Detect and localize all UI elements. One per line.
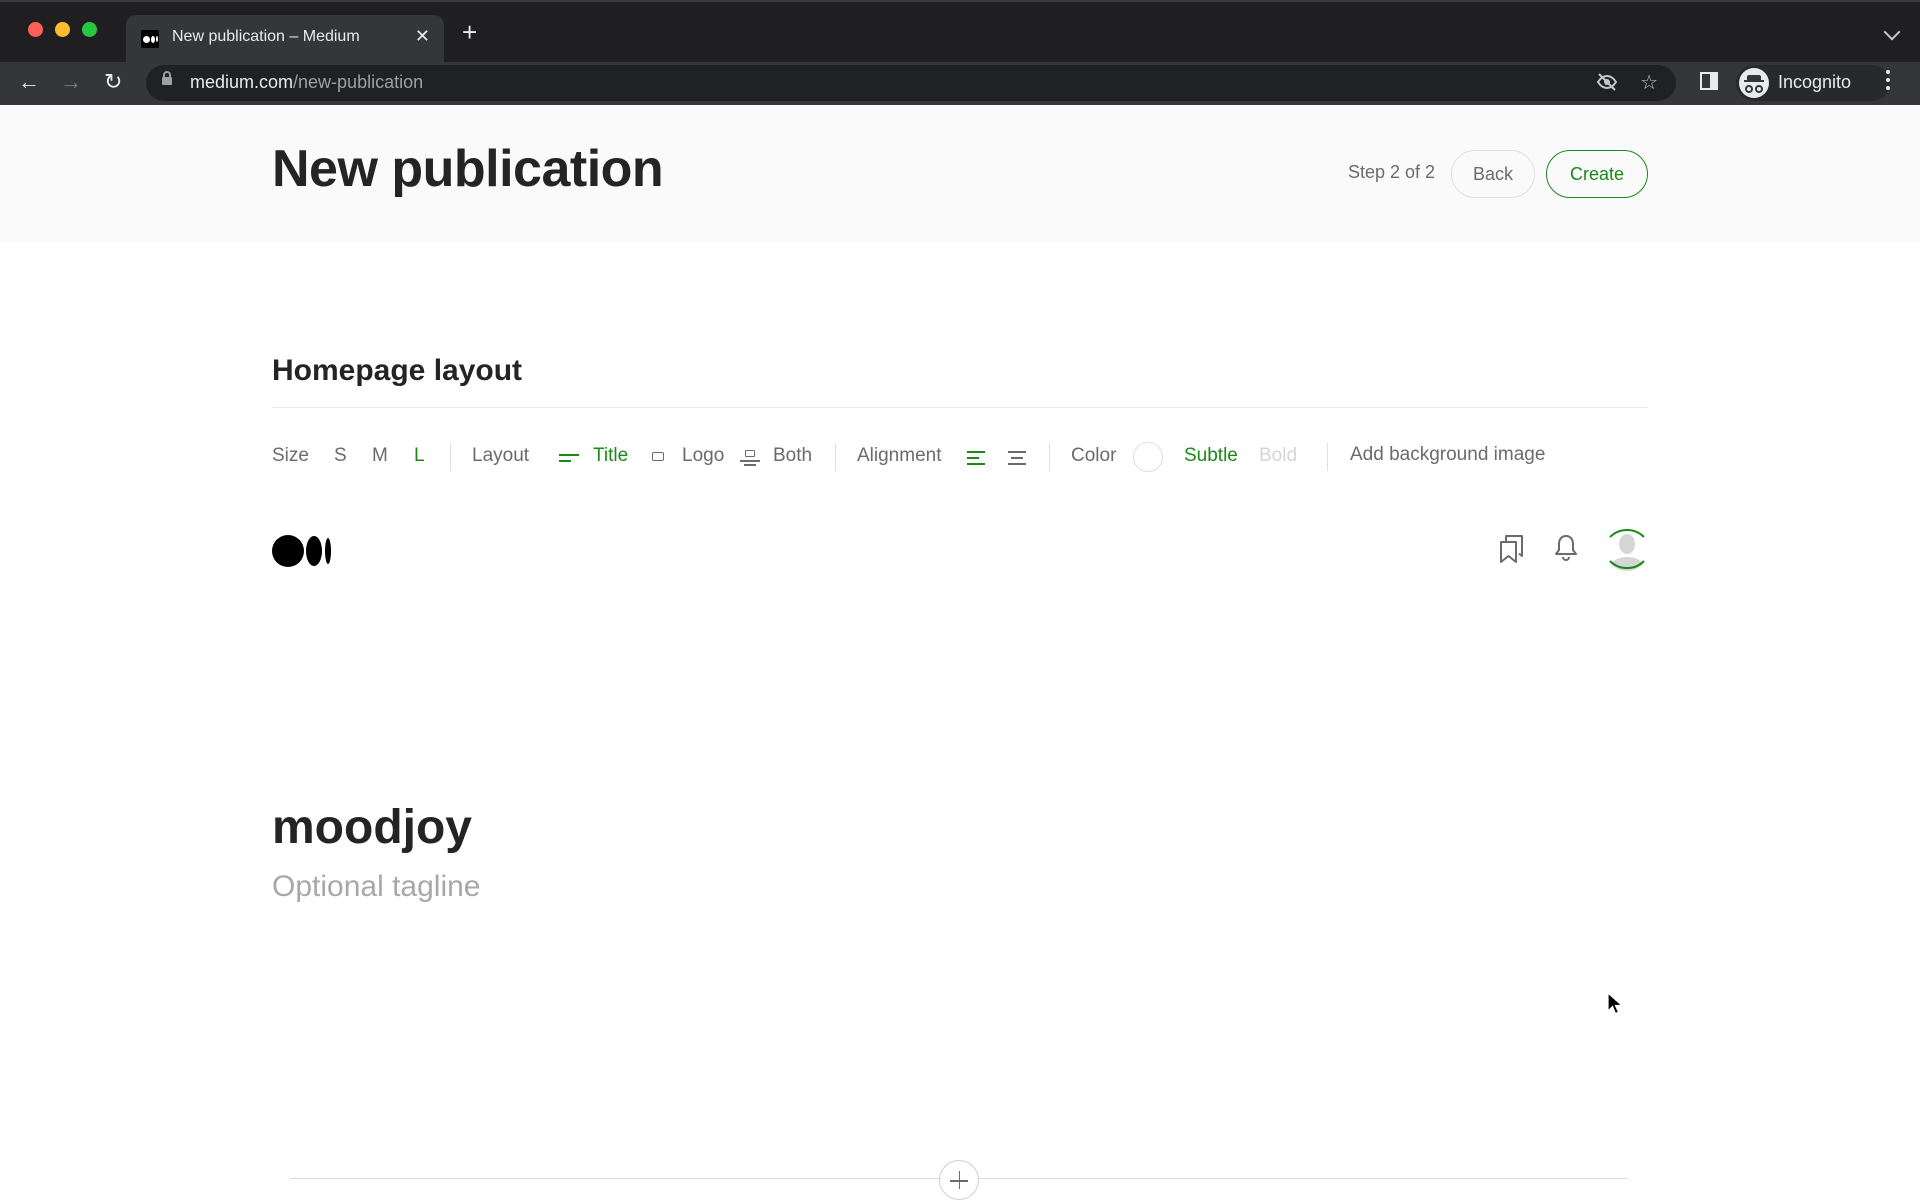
create-button[interactable]: Create	[1546, 150, 1648, 198]
divider	[450, 443, 451, 471]
window-minimize-button[interactable]	[55, 22, 70, 37]
url-host: medium.com	[190, 72, 294, 92]
lock-icon[interactable]	[162, 71, 172, 85]
medium-logo-icon	[272, 533, 332, 567]
url-path: /new-publication	[293, 72, 424, 92]
color-option-bold[interactable]: Bold	[1259, 445, 1297, 467]
tagline-input[interactable]: Optional tagline	[272, 870, 480, 904]
bookmarks-icon[interactable]	[1498, 533, 1526, 565]
medium-favicon-icon	[141, 30, 159, 48]
side-panel-icon[interactable]	[1700, 72, 1718, 90]
section-title: Homepage layout	[272, 354, 523, 387]
eye-off-icon[interactable]	[1596, 71, 1618, 99]
color-swatch[interactable]	[1133, 442, 1163, 472]
both-layout-icon[interactable]	[740, 448, 760, 466]
page-header: New publication Step 2 of 2 Back Create	[0, 105, 1920, 242]
window-close-button[interactable]	[28, 22, 43, 37]
browser-menu-icon[interactable]	[1886, 70, 1890, 94]
back-button[interactable]: Back	[1451, 150, 1535, 198]
divider	[1049, 443, 1050, 471]
step-indicator: Step 2 of 2	[1348, 162, 1436, 182]
color-option-subtle[interactable]: Subtle	[1184, 445, 1238, 467]
url-text[interactable]: medium.com/new-publication	[190, 72, 423, 93]
add-section-plus-icon[interactable]	[939, 1160, 979, 1200]
user-avatar[interactable]	[1601, 523, 1653, 575]
reload-icon[interactable]: ↻	[104, 70, 122, 94]
tab-title: New publication – Medium	[172, 28, 360, 45]
incognito-label: Incognito	[1778, 72, 1852, 92]
logo-layout-icon[interactable]	[652, 452, 664, 461]
tab-strip: New publication – Medium ✕ +	[0, 0, 1920, 64]
mouse-pointer-icon	[1607, 991, 1624, 1021]
incognito-icon	[1739, 68, 1769, 98]
layout-option-title[interactable]: Title	[593, 445, 628, 467]
align-center-icon[interactable]	[1007, 450, 1027, 466]
forward-arrow-icon[interactable]: →	[60, 70, 82, 94]
size-option-s[interactable]: S	[334, 445, 347, 467]
new-tab-button[interactable]: +	[462, 19, 477, 45]
back-arrow-icon[interactable]: ←	[18, 70, 40, 94]
publication-name[interactable]: moodjoy	[272, 800, 472, 855]
address-bar[interactable]: medium.com/new-publication ☆	[146, 65, 1676, 101]
window-maximize-button[interactable]	[82, 22, 97, 37]
notifications-bell-icon[interactable]	[1554, 533, 1578, 563]
layout-label: Layout	[472, 445, 530, 466]
browser-tab[interactable]: New publication – Medium ✕	[126, 15, 444, 64]
color-label: Color	[1071, 445, 1117, 466]
size-option-l[interactable]: L	[414, 445, 425, 467]
layout-controls: Size S M L Layout Title Logo Both Alignm…	[272, 442, 1672, 473]
layout-option-logo[interactable]: Logo	[682, 445, 724, 467]
bookmark-star-icon[interactable]: ☆	[1640, 71, 1658, 95]
incognito-profile-button[interactable]: Incognito	[1736, 65, 1890, 101]
title-layout-icon[interactable]	[559, 451, 579, 463]
divider	[1327, 443, 1328, 471]
browser-toolbar: ← → ↻ medium.com/new-publication ☆ Incog…	[0, 62, 1920, 105]
divider	[835, 443, 836, 471]
browser-chrome: New publication – Medium ✕ + ← → ↻ mediu…	[0, 0, 1920, 105]
tab-search-chevron-icon[interactable]	[1883, 23, 1901, 41]
layout-option-both[interactable]: Both	[773, 445, 812, 467]
tab-close-icon[interactable]: ✕	[415, 26, 430, 47]
size-option-m[interactable]: M	[372, 445, 388, 467]
add-background-image-button[interactable]: Add background image	[1350, 444, 1545, 466]
page-title: New publication	[272, 140, 664, 198]
size-label: Size	[272, 445, 309, 466]
section-divider	[272, 407, 1648, 408]
alignment-label: Alignment	[857, 445, 942, 466]
align-left-icon[interactable]	[967, 450, 987, 466]
